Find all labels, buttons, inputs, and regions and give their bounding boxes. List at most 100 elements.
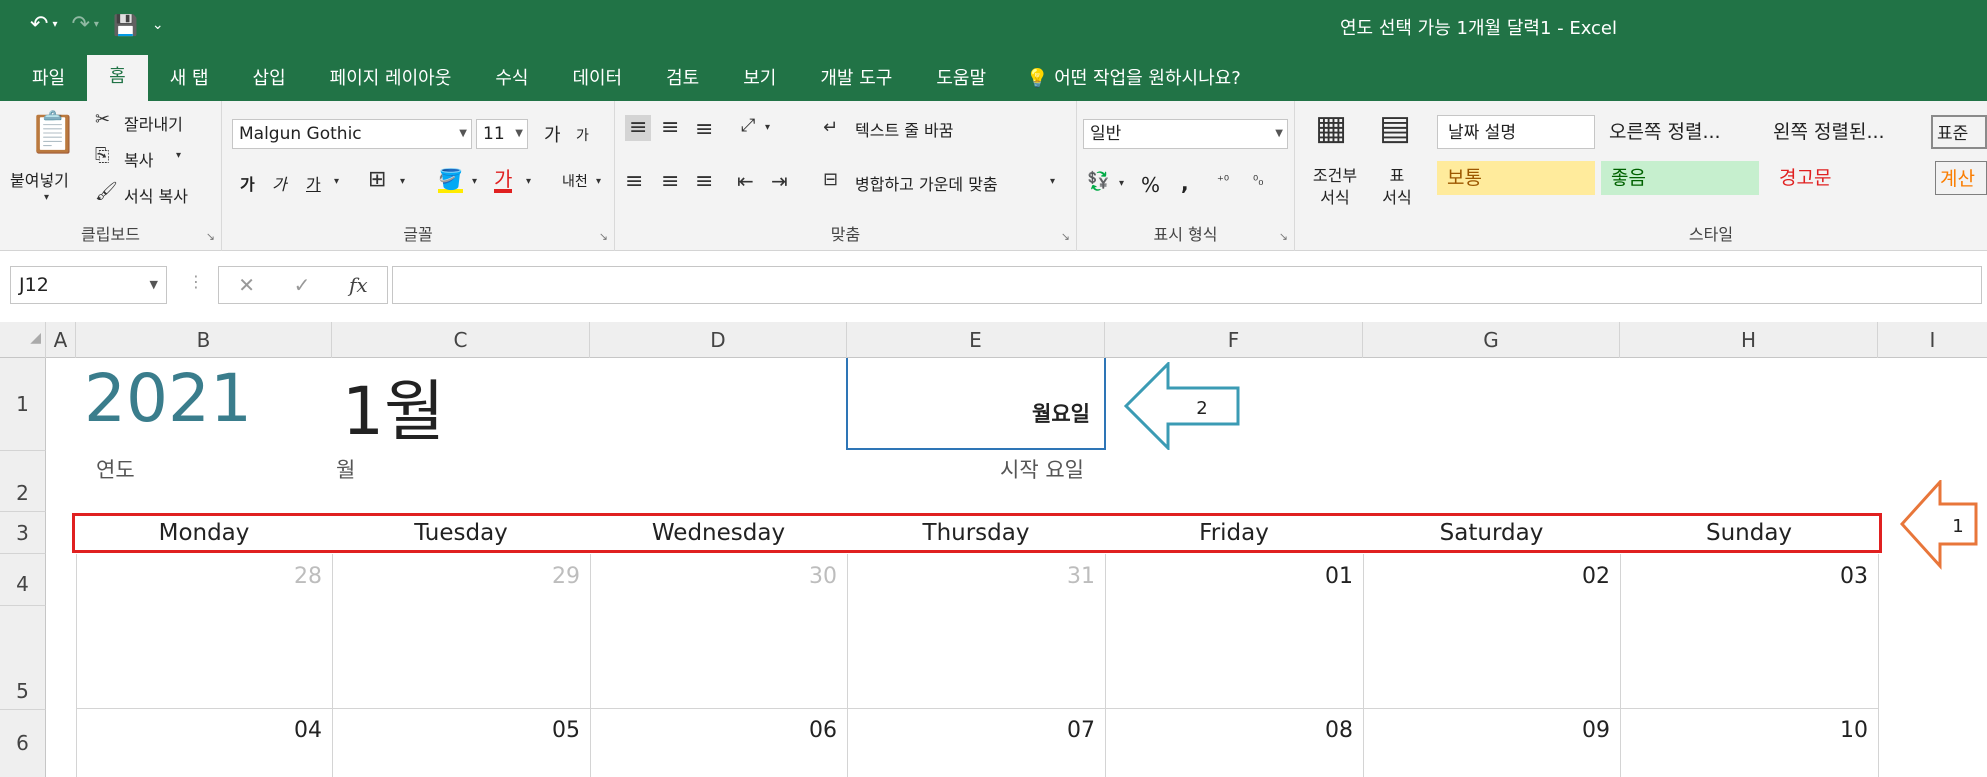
cut-button[interactable]: 잘라내기 <box>124 111 183 135</box>
weekday-monday[interactable]: Monday <box>76 520 332 546</box>
tab-home[interactable]: 홈 <box>87 55 148 101</box>
day-cell-prev[interactable]: 29 <box>332 564 580 589</box>
day-cell[interactable]: 07 <box>847 718 1095 743</box>
weekday-wednesday[interactable]: Wednesday <box>590 520 847 546</box>
weekday-tuesday[interactable]: Tuesday <box>332 520 590 546</box>
worksheet[interactable]: 2021 1월 월요일 연도 월 시작 요일 2 Monday Tuesday … <box>46 358 1987 777</box>
formula-input[interactable] <box>392 266 1982 304</box>
decrease-indent-icon[interactable]: ⇤ <box>737 171 754 191</box>
style-calc[interactable]: 계산 <box>1935 161 1987 195</box>
format-painter-icon[interactable]: 🖌 <box>95 183 118 201</box>
tab-file[interactable]: 파일 <box>10 57 87 101</box>
col-header-e[interactable]: E <box>847 322 1105 358</box>
col-header-c[interactable]: C <box>332 322 590 358</box>
redo-icon[interactable]: ↷ <box>71 12 89 37</box>
day-cell-prev[interactable]: 28 <box>76 564 322 589</box>
bold-button[interactable]: 가 <box>240 171 255 195</box>
percent-button[interactable]: % <box>1141 173 1160 197</box>
tab-data[interactable]: 데이터 <box>550 57 644 101</box>
col-header-g[interactable]: G <box>1363 322 1620 358</box>
row-header-1[interactable]: 1 <box>0 358 46 451</box>
wrap-text-icon[interactable]: ↵ <box>823 119 838 137</box>
increase-indent-icon[interactable]: ⇥ <box>771 171 788 191</box>
italic-button[interactable]: 가 <box>272 171 287 195</box>
tab-page-layout[interactable]: 페이지 레이아웃 <box>308 57 474 101</box>
align-left-icon[interactable]: ≡ <box>625 171 643 193</box>
currency-icon[interactable]: 💱 <box>1087 173 1109 191</box>
day-cell[interactable]: 04 <box>76 718 322 743</box>
day-cell[interactable]: 03 <box>1620 564 1868 589</box>
start-day-value[interactable]: 월요일 <box>1032 398 1090 428</box>
font-size-combo[interactable]: 11 ▼ <box>476 119 528 149</box>
col-header-a[interactable]: A <box>46 322 76 358</box>
grow-font-button[interactable]: 가 <box>544 121 561 147</box>
font-name-dropdown-icon[interactable]: ▼ <box>459 120 467 148</box>
phonetic-dropdown-icon[interactable]: ▾ <box>596 177 601 187</box>
row-header-4[interactable]: 4 <box>0 554 46 606</box>
copy-icon[interactable]: ⎘ <box>95 147 109 165</box>
align-bottom-icon[interactable]: ≡ <box>695 119 713 141</box>
col-header-h[interactable]: H <box>1620 322 1878 358</box>
orientation-dropdown-icon[interactable]: ▾ <box>765 123 770 133</box>
tab-review[interactable]: 검토 <box>644 57 721 101</box>
day-cell[interactable]: 10 <box>1620 718 1868 743</box>
conditional-format-icon[interactable]: ▦ <box>1315 111 1347 145</box>
borders-dropdown-icon[interactable]: ▾ <box>400 177 405 187</box>
align-top-icon[interactable]: ≡ <box>625 115 652 141</box>
weekday-sunday[interactable]: Sunday <box>1620 520 1878 546</box>
day-cell[interactable]: 08 <box>1105 718 1353 743</box>
day-cell[interactable]: 06 <box>590 718 837 743</box>
weekday-thursday[interactable]: Thursday <box>847 520 1105 546</box>
style-standard[interactable]: 표준 <box>1931 115 1987 149</box>
alignment-launcher-icon[interactable]: ↘ <box>1061 230 1070 243</box>
merge-center-icon[interactable]: ⊟ <box>823 171 838 189</box>
paste-button[interactable]: 붙여넣기 <box>10 167 69 191</box>
name-box-dropdown-icon[interactable]: ▼ <box>150 267 158 303</box>
enter-icon[interactable]: ✓ <box>294 273 311 297</box>
row-header-3[interactable]: 3 <box>0 512 46 554</box>
fill-color-icon[interactable]: 🪣 <box>438 169 463 193</box>
paste-dropdown-icon[interactable]: ▾ <box>44 193 49 203</box>
style-left-align[interactable]: 왼쪽 정렬된... <box>1763 115 1923 149</box>
day-cell-prev[interactable]: 31 <box>847 564 1095 589</box>
merge-center-button[interactable]: 병합하고 가운데 맞춤 <box>855 171 998 195</box>
undo-icon[interactable]: ↶ <box>30 12 48 37</box>
font-size-dropdown-icon[interactable]: ▼ <box>515 120 523 148</box>
insert-function-icon[interactable]: fx <box>349 273 368 297</box>
style-date-desc[interactable]: 날짜 설명 <box>1437 115 1595 149</box>
weekday-saturday[interactable]: Saturday <box>1363 520 1620 546</box>
shrink-font-button[interactable]: 가 <box>576 125 589 145</box>
day-cell[interactable]: 05 <box>332 718 580 743</box>
tab-formulas[interactable]: 수식 <box>473 57 550 101</box>
underline-button[interactable]: 가 <box>306 171 321 195</box>
style-warning[interactable]: 경고문 <box>1769 161 1927 195</box>
tab-view[interactable]: 보기 <box>721 57 798 101</box>
tab-new[interactable]: 새 탭 <box>148 57 231 101</box>
tab-developer[interactable]: 개발 도구 <box>798 57 914 101</box>
format-table-button[interactable]: 표 서식 <box>1367 165 1427 209</box>
phonetic-button[interactable]: 내천 <box>562 171 588 191</box>
decrease-decimal-icon[interactable]: ⁰₀ <box>1253 175 1263 188</box>
currency-dropdown-icon[interactable]: ▾ <box>1119 179 1124 189</box>
increase-decimal-icon[interactable]: ⁺⁰ <box>1217 175 1229 188</box>
col-header-i[interactable]: I <box>1878 322 1987 358</box>
paste-icon[interactable]: 📋 <box>28 113 78 153</box>
col-header-f[interactable]: F <box>1105 322 1363 358</box>
merge-dropdown-icon[interactable]: ▾ <box>1050 177 1055 187</box>
style-normal[interactable]: 보통 <box>1437 161 1595 195</box>
month-value[interactable]: 1월 <box>342 358 445 454</box>
tab-insert[interactable]: 삽입 <box>231 57 308 101</box>
align-center-icon[interactable]: ≡ <box>661 171 679 193</box>
font-color-dropdown-icon[interactable]: ▾ <box>526 177 531 187</box>
number-format-dropdown-icon[interactable]: ▼ <box>1275 120 1283 148</box>
row-header-5[interactable]: 5 <box>0 606 46 710</box>
conditional-format-button[interactable]: 조건부 서식 <box>1305 165 1365 209</box>
day-cell[interactable]: 02 <box>1363 564 1610 589</box>
style-good[interactable]: 좋음 <box>1601 161 1759 195</box>
row-header-6[interactable]: 6 <box>0 710 46 777</box>
clipboard-launcher-icon[interactable]: ↘ <box>206 230 215 243</box>
fill-color-dropdown-icon[interactable]: ▾ <box>472 177 477 187</box>
underline-dropdown-icon[interactable]: ▾ <box>334 177 339 187</box>
col-header-b[interactable]: B <box>76 322 332 358</box>
customize-qat-icon[interactable]: ⌄ <box>152 17 164 33</box>
